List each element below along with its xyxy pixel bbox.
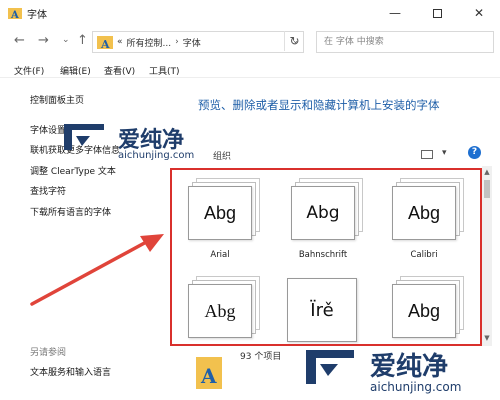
item-count: 93 个项目 <box>240 352 282 362</box>
svg-text:A: A <box>10 10 19 20</box>
fonts-folder-large-icon: A <box>196 357 222 389</box>
refresh-button[interactable]: ↻ <box>284 31 304 51</box>
help-icon[interactable]: ? <box>468 146 481 159</box>
font-preview: Ïrě <box>287 278 357 342</box>
font-grid: Abg Arial Abg Bahnschrift Abg Calibri Ab… <box>170 168 482 346</box>
recent-locations-button[interactable]: ⌄ <box>62 35 70 45</box>
page-heading: 预览、删除或者显示和隐藏计算机上安装的字体 <box>198 98 440 112</box>
font-name: Arial <box>210 250 230 260</box>
menu-edit[interactable]: 编辑(E) <box>60 64 91 77</box>
breadcrumb-overflow[interactable]: « <box>117 37 123 47</box>
font-preview: Abg <box>392 186 456 240</box>
svg-text:A: A <box>100 38 110 50</box>
menu-view[interactable]: 查看(V) <box>104 64 135 77</box>
scrollbar-thumb[interactable] <box>484 180 490 198</box>
scroll-up-button[interactable]: ▲ <box>482 168 492 176</box>
control-panel-home-link[interactable]: 控制面板主页 <box>30 93 84 106</box>
scroll-down-button[interactable]: ▼ <box>482 334 492 342</box>
watermark-logo: 爱纯净 aichunjing.com <box>302 344 500 400</box>
view-options-icon[interactable] <box>421 150 433 159</box>
font-preview: Abg <box>392 284 456 338</box>
find-character-link[interactable]: 查找字符 <box>30 184 66 197</box>
close-button[interactable]: ✕ <box>458 0 500 26</box>
up-button[interactable]: ↑ <box>77 33 88 48</box>
watermark-mark-icon <box>64 124 104 150</box>
maximize-button[interactable] <box>416 0 458 26</box>
font-preview: Abg <box>291 186 355 240</box>
title-bar: A 字体 — ✕ <box>0 0 500 26</box>
navigation-bar: ← → ⌄ ↑ A « 所有控制... › 字体 ⌄ ↻ 在 字体 中搜索 <box>0 28 500 56</box>
fonts-folder-icon: A <box>8 8 22 20</box>
menu-file[interactable]: 文件(F) <box>14 64 44 77</box>
breadcrumb-separator: › <box>175 37 179 47</box>
view-options-dropdown[interactable]: ▾ <box>442 148 447 158</box>
minimize-button[interactable]: — <box>374 0 416 26</box>
maximize-icon <box>432 8 442 18</box>
address-bar[interactable]: A « 所有控制... › 字体 ⌄ <box>92 31 304 53</box>
breadcrumb-parent[interactable]: 所有控制... <box>127 36 172 49</box>
back-button[interactable]: ← <box>14 33 25 48</box>
window-title: 字体 <box>27 10 47 21</box>
download-all-fonts-link[interactable]: 下载所有语言的字体 <box>30 205 111 218</box>
see-also-heading: 另请参阅 <box>30 348 67 358</box>
watermark-logo: 爱纯净 aichunjing.com <box>60 120 230 166</box>
breadcrumb-current[interactable]: 字体 <box>183 36 201 49</box>
font-name: Bahnschrift <box>298 250 348 260</box>
menu-tools[interactable]: 工具(T) <box>149 64 180 77</box>
red-arrow-annotation <box>30 234 164 306</box>
menu-bar: 文件(F) 编辑(E) 查看(V) 工具(T) <box>0 60 500 78</box>
watermark-mark-icon <box>306 350 354 384</box>
font-preview: Abg <box>188 186 252 240</box>
forward-button[interactable]: → <box>38 33 49 48</box>
fonts-folder-icon: A <box>97 36 113 50</box>
search-input[interactable]: 在 字体 中搜索 <box>316 31 494 53</box>
font-preview: Abg <box>188 284 252 338</box>
svg-text:A: A <box>200 364 217 388</box>
font-name: Calibri <box>410 250 438 260</box>
text-services-link[interactable]: 文本服务和输入语言 <box>30 365 111 378</box>
